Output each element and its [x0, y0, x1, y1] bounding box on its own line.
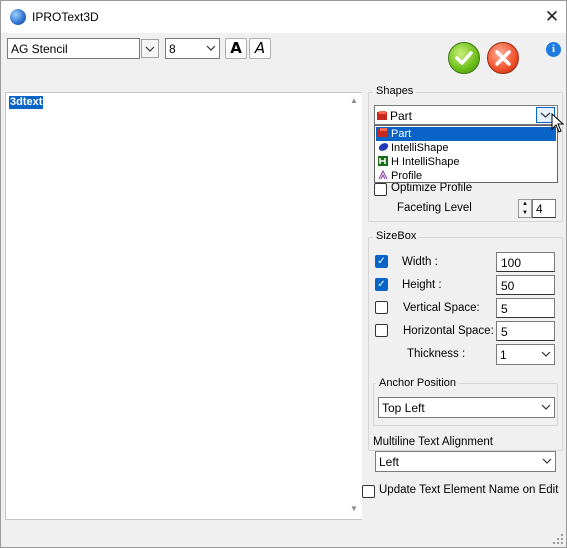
horizontal-space-label: Horizontal Space:: [403, 325, 494, 337]
width-input[interactable]: 100: [496, 252, 555, 272]
alignment-value: Left: [379, 455, 400, 469]
chevron-down-icon: [541, 351, 551, 357]
anchor-group-title: Anchor Position: [376, 377, 460, 389]
window-title: IPROText3D: [32, 10, 99, 24]
title-bar: IPROText3D ✕: [1, 1, 566, 33]
cancel-button[interactable]: [487, 42, 519, 74]
dropdown-option-label: Profile: [391, 170, 423, 182]
shapes-group-title: Shapes: [373, 85, 417, 97]
editor-scrollbar[interactable]: ▲ ▼: [346, 93, 362, 519]
profile-icon: [378, 170, 388, 180]
dialog-window: IPROText3D ✕ AG Stencil 8 A A i 3dtext ▲…: [0, 0, 567, 548]
font-size-combo[interactable]: 8: [165, 38, 220, 59]
info-button[interactable]: i: [546, 42, 561, 57]
ok-button[interactable]: [448, 42, 480, 74]
spin-up-icon[interactable]: ▲: [519, 200, 531, 209]
thickness-value: 1: [500, 348, 507, 362]
app-icon: [10, 9, 26, 25]
part-icon: [377, 111, 387, 120]
alignment-label: Multiline Text Alignment: [373, 436, 493, 448]
chevron-down-icon: [542, 458, 552, 464]
shape-type-selected-label: Part: [390, 109, 413, 123]
chevron-down-icon: [206, 45, 216, 51]
shape-type-combo[interactable]: Part: [374, 105, 558, 125]
spin-down-icon[interactable]: ▼: [519, 209, 531, 218]
checkmark-icon: [455, 51, 473, 65]
scroll-up-icon[interactable]: ▲: [346, 96, 362, 105]
sizebox-group-title: SizeBox: [373, 230, 420, 242]
faceting-level-input[interactable]: 4: [532, 199, 556, 218]
horizontal-space-checkbox[interactable]: [375, 324, 388, 337]
vertical-space-input[interactable]: 5: [496, 298, 555, 318]
dropdown-option-label: Part: [391, 128, 412, 140]
width-checkbox[interactable]: ✓: [375, 255, 388, 268]
alignment-combo[interactable]: Left: [375, 451, 556, 472]
italic-label: A: [254, 39, 266, 57]
part-icon: [378, 128, 388, 137]
x-icon: [495, 50, 511, 66]
dropdown-option-label: IntelliShape: [391, 142, 449, 154]
scroll-down-icon[interactable]: ▼: [346, 504, 362, 513]
dropdown-option-part[interactable]: Part: [376, 127, 556, 141]
faceting-level-spinner[interactable]: ▲ ▼: [518, 199, 532, 218]
font-name-value: AG Stencil: [11, 42, 68, 56]
chevron-down-icon: [541, 404, 551, 410]
mouse-cursor-icon: [551, 113, 565, 133]
thickness-combo[interactable]: 1: [496, 344, 555, 365]
width-label: Width :: [402, 256, 438, 268]
chevron-down-icon: [145, 46, 155, 52]
anchor-position-value: Top Left: [382, 401, 425, 415]
resize-grip-icon[interactable]: [552, 533, 564, 545]
shape-type-dropdown-list: Part IntelliShape H IntelliShape Profile: [374, 125, 558, 183]
shape-type-value: Part: [377, 109, 412, 123]
update-name-checkbox[interactable]: [362, 485, 375, 498]
font-name-dropdown-button[interactable]: [141, 39, 159, 58]
dropdown-option-label: H IntelliShape: [391, 156, 460, 168]
close-icon[interactable]: ✕: [541, 7, 563, 27]
h-intellishape-icon: [378, 156, 388, 166]
height-checkbox[interactable]: ✓: [375, 278, 388, 291]
editor-selected-text[interactable]: 3dtext: [9, 96, 44, 109]
dropdown-option-h-intellishape[interactable]: H IntelliShape: [376, 155, 556, 169]
anchor-position-combo[interactable]: Top Left: [378, 397, 555, 418]
faceting-level-label: Faceting Level: [397, 202, 472, 214]
optimize-profile-label: Optimize Profile: [391, 182, 473, 194]
vertical-space-checkbox[interactable]: [375, 301, 388, 314]
horizontal-space-input[interactable]: 5: [496, 321, 555, 341]
info-icon: i: [551, 43, 556, 55]
height-input[interactable]: 50: [496, 275, 555, 295]
intellishape-icon: [378, 143, 389, 151]
height-label: Height :: [402, 279, 442, 291]
thickness-label: Thickness :: [407, 348, 466, 360]
optimize-profile-checkbox[interactable]: [374, 183, 387, 196]
bold-button[interactable]: A: [225, 38, 247, 59]
italic-button[interactable]: A: [249, 38, 271, 59]
vertical-space-label: Vertical Space:: [403, 302, 480, 314]
font-size-value: 8: [169, 42, 176, 56]
update-name-label: Update Text Element Name on Edit: [379, 484, 559, 496]
dropdown-option-profile[interactable]: Profile: [376, 169, 556, 183]
dropdown-option-intellishape[interactable]: IntelliShape: [376, 141, 556, 155]
bold-label: A: [230, 39, 242, 57]
font-name-combo[interactable]: AG Stencil: [7, 38, 140, 59]
text-editor[interactable]: 3dtext ▲ ▼: [5, 92, 362, 520]
